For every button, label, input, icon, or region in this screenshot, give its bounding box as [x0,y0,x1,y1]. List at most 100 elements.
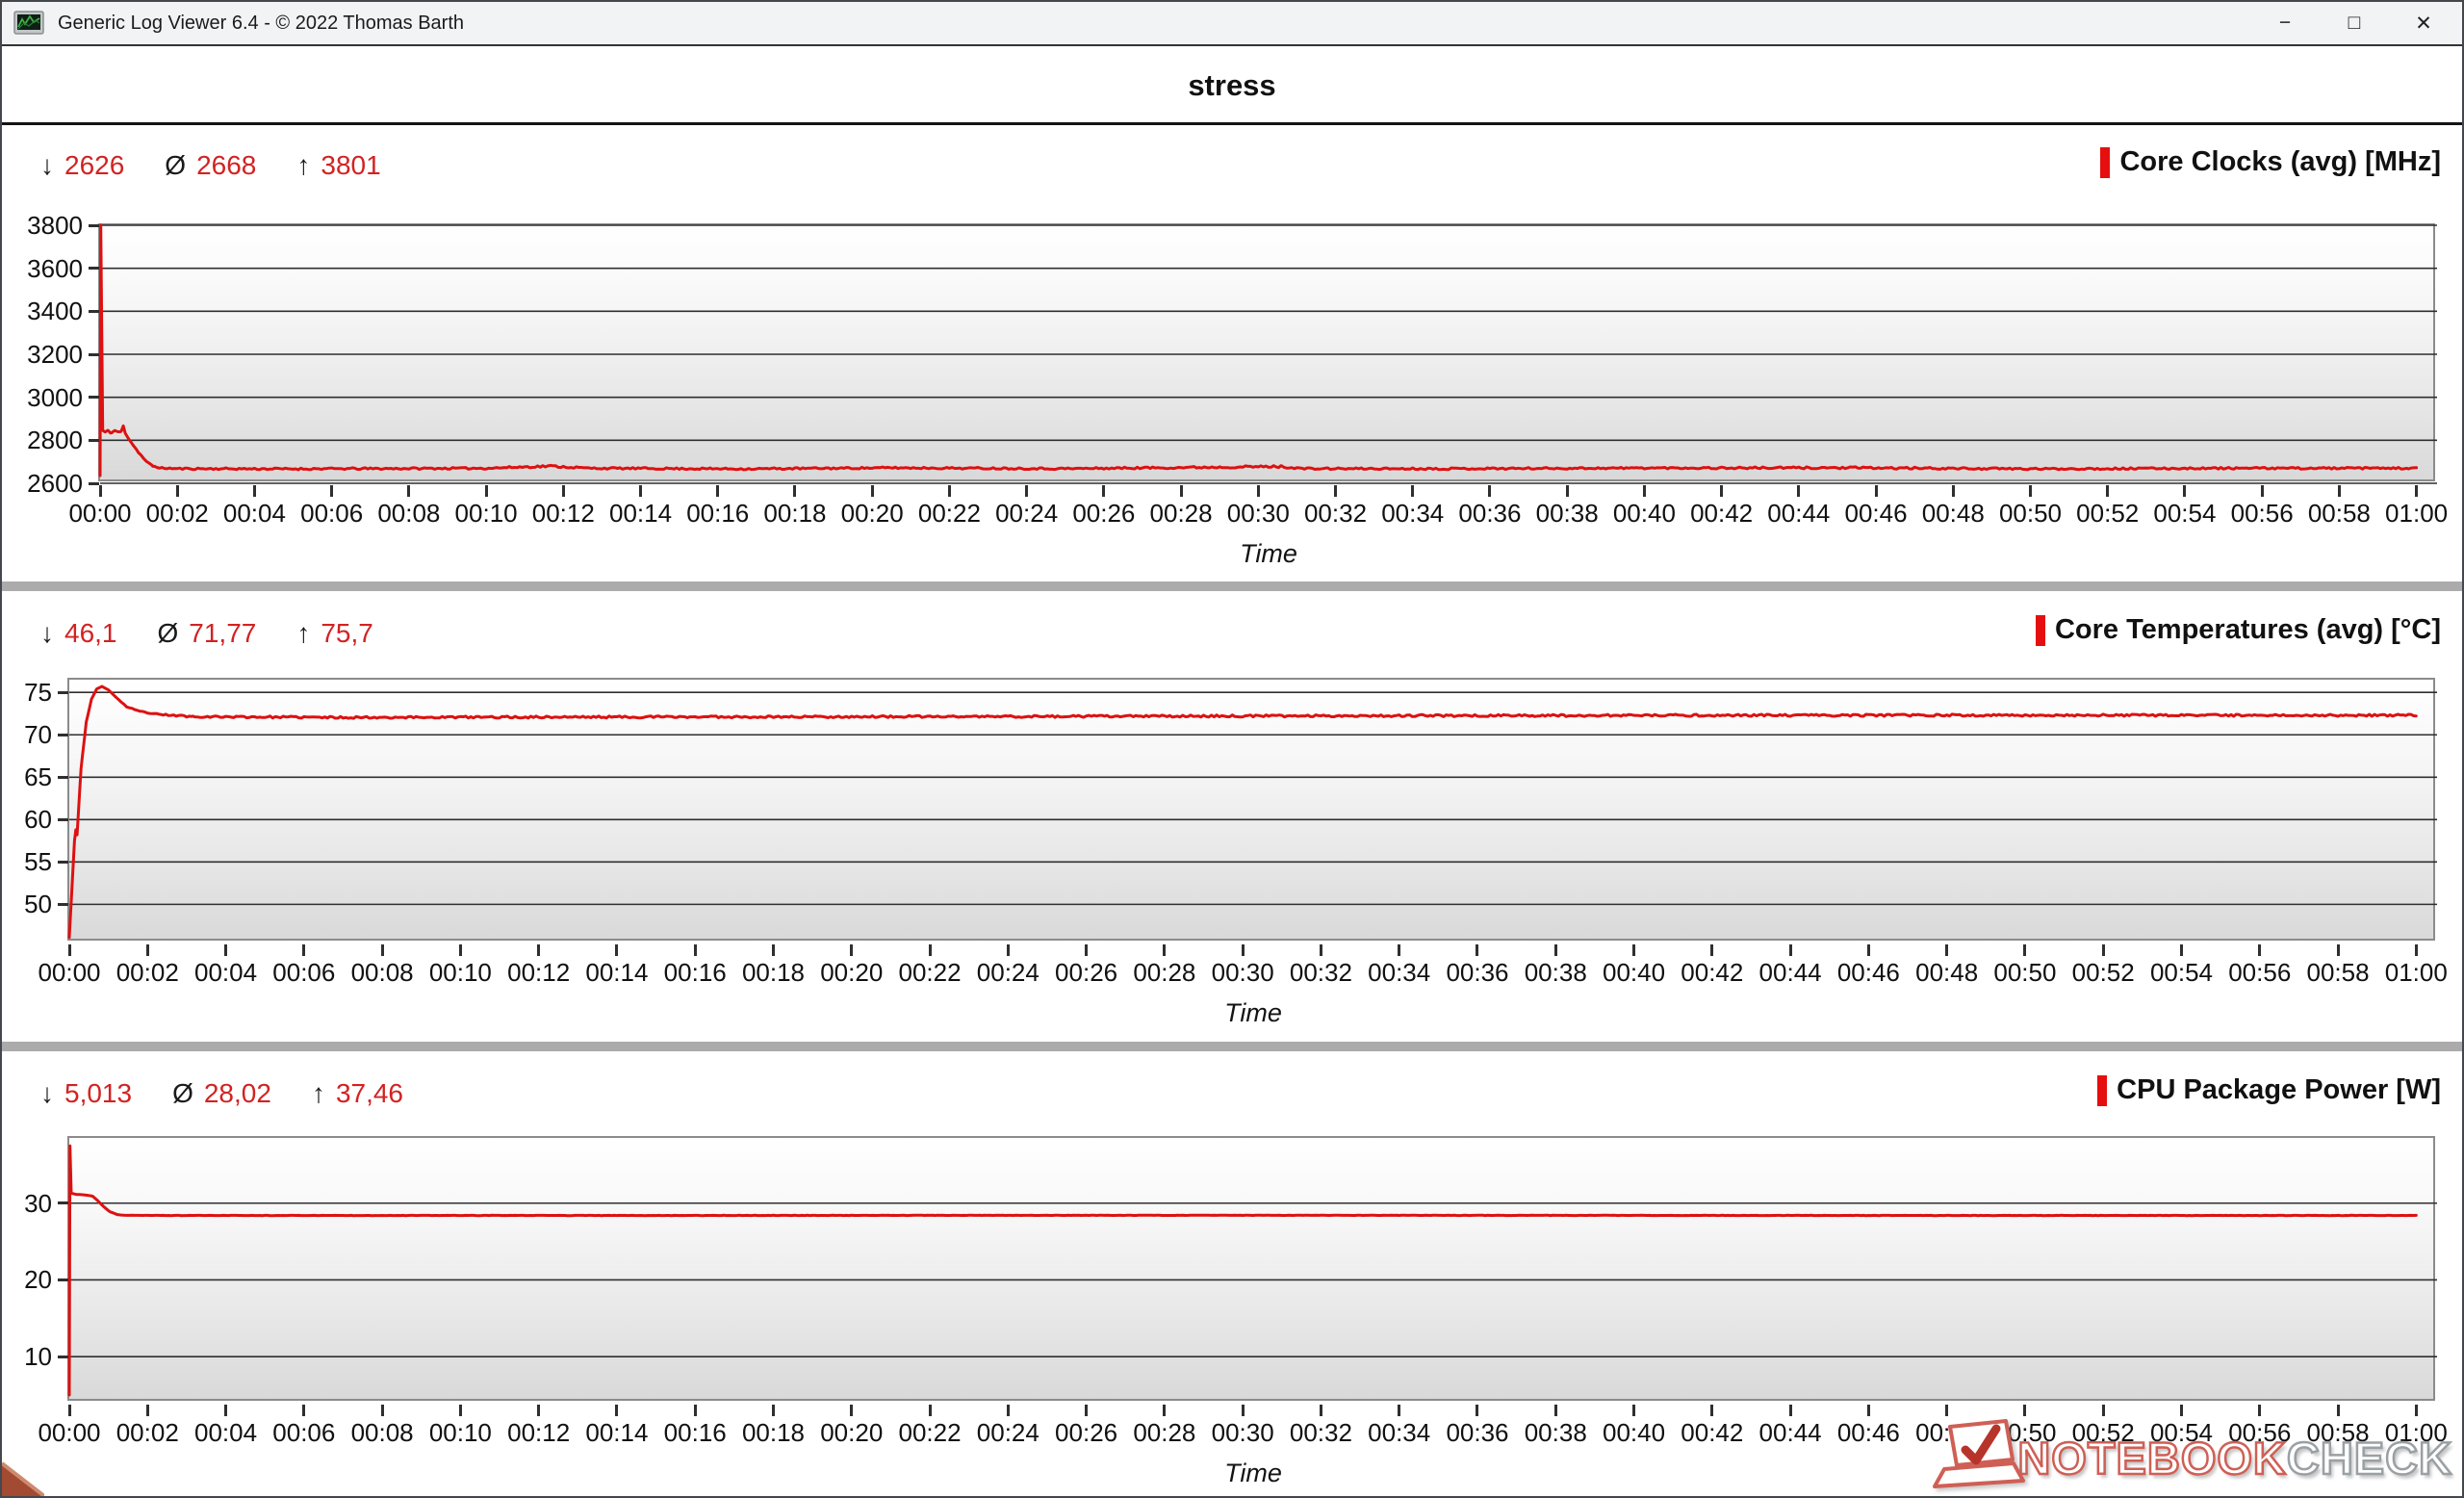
x-axis-label: 00:00 [56,499,144,529]
chart-heading-core-clocks: Core Clocks (avg) [MHz] [2100,146,2441,178]
x-axis-label: 00:42 [1668,958,1757,988]
x-axis-label: 00:10 [416,958,504,988]
x-axis-tick [2023,1405,2026,1416]
legend-color-bar [2097,1075,2107,1106]
x-axis-tick [381,1405,384,1416]
max-arrow-icon: ↑ [296,150,310,181]
x-axis-label: 00:40 [1590,1418,1679,1448]
plot-area-core-clocks[interactable]: 380036003400320030002800260000:0000:0200… [98,223,2435,481]
x-axis-tick [1320,944,1322,956]
x-axis-tick [948,485,951,497]
x-axis-label: 00:54 [2137,958,2225,988]
x-axis-tick [2337,944,2340,956]
x-axis-tick [485,485,488,497]
x-axis-tick [1242,1405,1245,1416]
x-axis-label: 00:20 [828,499,916,529]
x-axis-tick [2415,485,2418,497]
chart-title: Core Clocks (avg) [MHz] [2119,146,2441,178]
x-axis-tick [1398,944,1400,956]
x-axis-tick [615,1405,618,1416]
x-axis-tick [407,485,410,497]
x-axis-tick [562,485,565,497]
chart-title: Core Temperatures (avg) [°C] [2055,614,2441,646]
legend-color-bar [2036,615,2045,646]
x-axis-label: 00:48 [1903,958,1991,988]
stats-row: ↓5,013 Ø28,02 ↑37,46 [40,1078,403,1109]
app-window: Generic Log Viewer 6.4 - © 2022 Thomas B… [0,0,2464,1498]
x-axis-tick [1710,944,1713,956]
x-axis-tick [1476,944,1478,956]
x-axis-tick [99,485,102,497]
y-axis-label: 3600 [0,253,83,284]
minimize-button[interactable]: − [2250,2,2320,44]
y-axis-tick [58,818,68,821]
x-axis-label: 00:06 [288,499,376,529]
x-axis-tick [176,485,179,497]
y-axis-label: 3400 [0,296,83,326]
page-header: stress [2,48,2462,125]
x-axis-label: 00:28 [1137,499,1225,529]
x-axis-tick [1945,1405,1948,1416]
x-axis-tick [2183,485,2186,497]
chart-heading-cpu-package-power: CPU Package Power [W] [2097,1074,2441,1106]
x-axis-label: 00:26 [1042,1418,1131,1448]
x-axis-tick [1945,944,1948,956]
maximize-button[interactable]: □ [2320,2,2389,44]
y-axis-label: 55 [0,846,52,877]
window-title: Generic Log Viewer 6.4 - © 2022 Thomas B… [58,13,464,35]
x-axis-label: 00:28 [1120,1418,1209,1448]
x-axis-label: 00:20 [808,1418,896,1448]
x-axis-tick [2102,1405,2105,1416]
stat-min: ↓2626 [40,150,124,181]
x-axis-tick [1180,485,1183,497]
x-axis-label: 00:08 [338,958,426,988]
x-axis-tick [1257,485,1260,497]
app-icon [13,11,44,37]
x-axis-tick [793,485,796,497]
x-axis-tick [330,485,333,497]
x-axis-tick [850,944,853,956]
avg-symbol-icon: Ø [158,618,179,649]
y-axis-label: 30 [0,1188,52,1219]
x-axis-label: 00:38 [1523,499,1611,529]
page-title: stress [1188,68,1275,103]
stats-row: ↓2626 Ø2668 ↑3801 [40,150,381,181]
x-axis-tick [1554,1405,1557,1416]
x-axis-tick [1085,944,1088,956]
stat-avg: Ø2668 [165,150,256,181]
x-axis-tick [1488,485,1491,497]
stat-max-value: 75,7 [321,618,373,649]
x-axis-label: 00:46 [1824,1418,1912,1448]
x-axis-label: 00:00 [25,1418,114,1448]
x-axis-tick [1320,1405,1322,1416]
plot-canvas [100,225,2437,483]
x-axis-tick [2180,944,2183,956]
x-axis-label: 00:20 [808,958,896,988]
y-axis-tick [58,734,68,736]
plot-area-cpu-package-power[interactable]: 30201000:0000:0200:0400:0600:0800:1000:1… [67,1136,2435,1401]
x-axis-label: 00:18 [729,1418,817,1448]
data-series-line [100,225,2417,476]
x-axis-label: 00:26 [1060,499,1148,529]
x-axis-label: 00:40 [1600,499,1688,529]
notebookcheck-watermark: NOTEBOOKCHECK [1927,1419,2452,1496]
close-button[interactable]: ✕ [2389,2,2458,44]
title-bar[interactable]: Generic Log Viewer 6.4 - © 2022 Thomas B… [2,2,2462,46]
x-axis-label: 00:06 [260,958,348,988]
x-axis-label: 00:42 [1668,1418,1757,1448]
min-arrow-icon: ↓ [40,1078,54,1109]
plot-area-core-temperatures[interactable]: 75706560555000:0000:0200:0400:0600:0800:… [67,678,2435,941]
x-axis-label: 00:24 [963,1418,1052,1448]
x-axis-tick [1632,1405,1635,1416]
x-axis-label: 00:32 [1276,958,1365,988]
x-axis-tick [694,944,697,956]
x-axis-tick [1797,485,1800,497]
plot-canvas [69,1138,2437,1403]
x-axis-tick [68,1405,71,1416]
x-axis-tick [1566,485,1569,497]
x-axis-label: 00:52 [2059,958,2147,988]
x-axis-tick [68,944,71,956]
x-axis-tick [1411,485,1414,497]
stats-row: ↓46,1 Ø71,77 ↑75,7 [40,618,373,649]
y-axis-label: 10 [0,1341,52,1372]
